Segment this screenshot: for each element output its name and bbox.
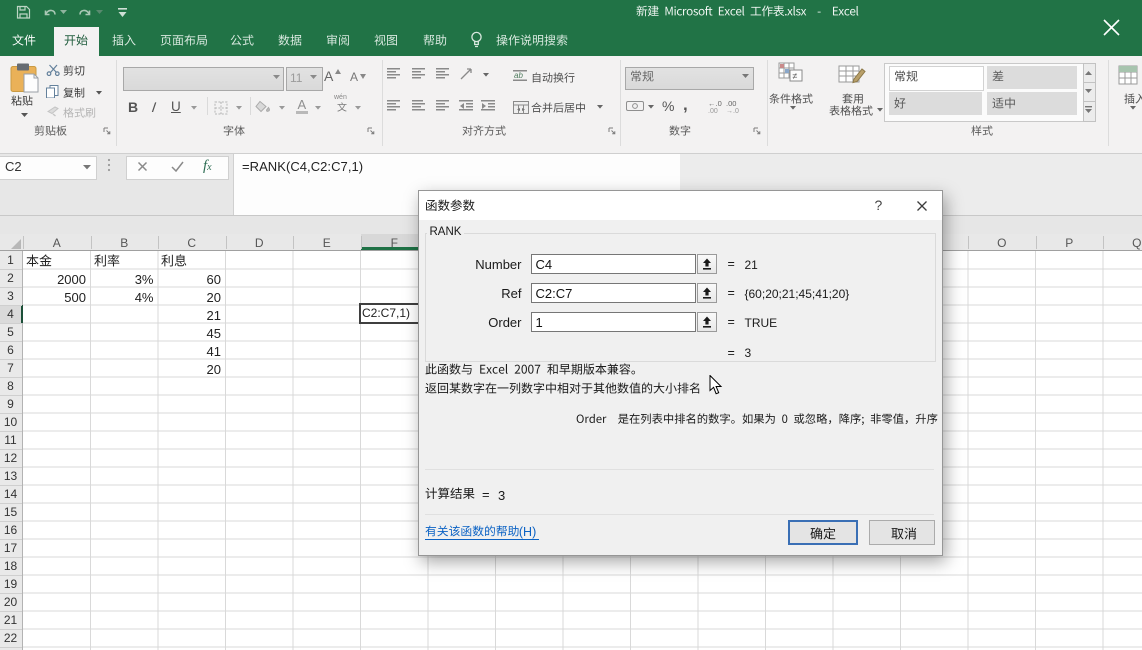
svg-text:→.0: →.0: [726, 108, 739, 113]
svg-text:ab: ab: [514, 71, 523, 80]
svg-text:.00: .00: [708, 108, 718, 113]
svg-text:←.0: ←.0: [708, 99, 722, 108]
svg-text:≠: ≠: [793, 71, 798, 81]
svg-text:.00: .00: [726, 99, 736, 108]
